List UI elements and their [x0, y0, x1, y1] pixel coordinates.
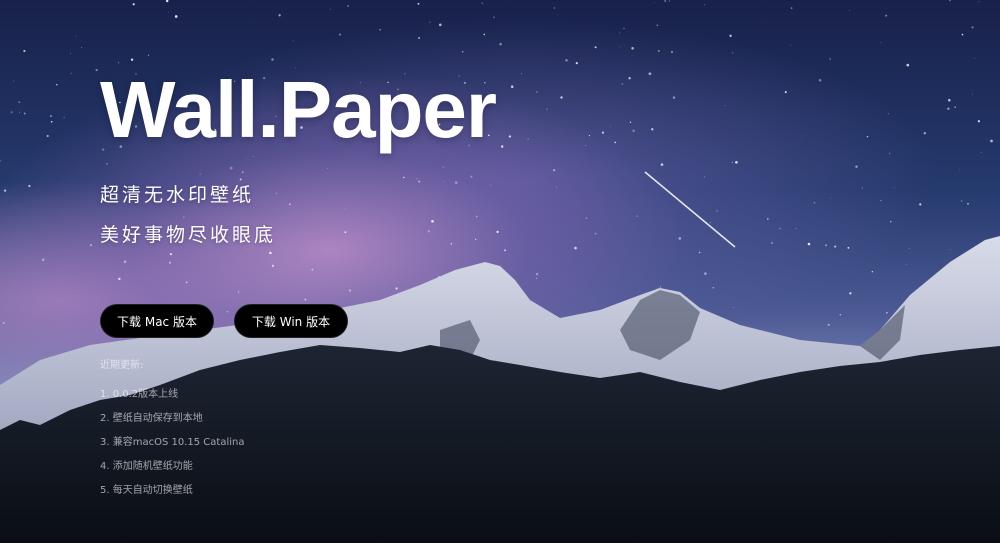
- recent-updates: 近期更新: 1. 0.0.2版本上线 2. 壁纸自动保存到本地 3. 兼容mac…: [100, 361, 244, 510]
- list-item: 4. 添加随机壁纸功能: [100, 461, 193, 472]
- list-item: 2. 壁纸自动保存到本地: [100, 413, 203, 424]
- updates-list: 1. 0.0.2版本上线 2. 壁纸自动保存到本地 3. 兼容macOS 10.…: [100, 390, 244, 496]
- download-mac-button[interactable]: 下载 Mac 版本: [100, 304, 214, 338]
- list-item: 1. 0.0.2版本上线: [100, 389, 179, 400]
- list-item: 5. 每天自动切换壁纸: [100, 485, 193, 496]
- tagline-primary: 超清无水印壁纸: [100, 184, 255, 206]
- page-title: Wall.Paper: [100, 65, 497, 154]
- download-win-button[interactable]: 下载 Win 版本: [234, 304, 348, 338]
- list-item: 3. 兼容macOS 10.15 Catalina: [100, 437, 245, 448]
- updates-title: 近期更新:: [100, 360, 144, 371]
- hero-background: Wall.Paper 超清无水印壁纸 美好事物尽收眼底 下载 Mac 版本 下载…: [0, 0, 1000, 543]
- tagline-secondary: 美好事物尽收眼底: [100, 224, 277, 246]
